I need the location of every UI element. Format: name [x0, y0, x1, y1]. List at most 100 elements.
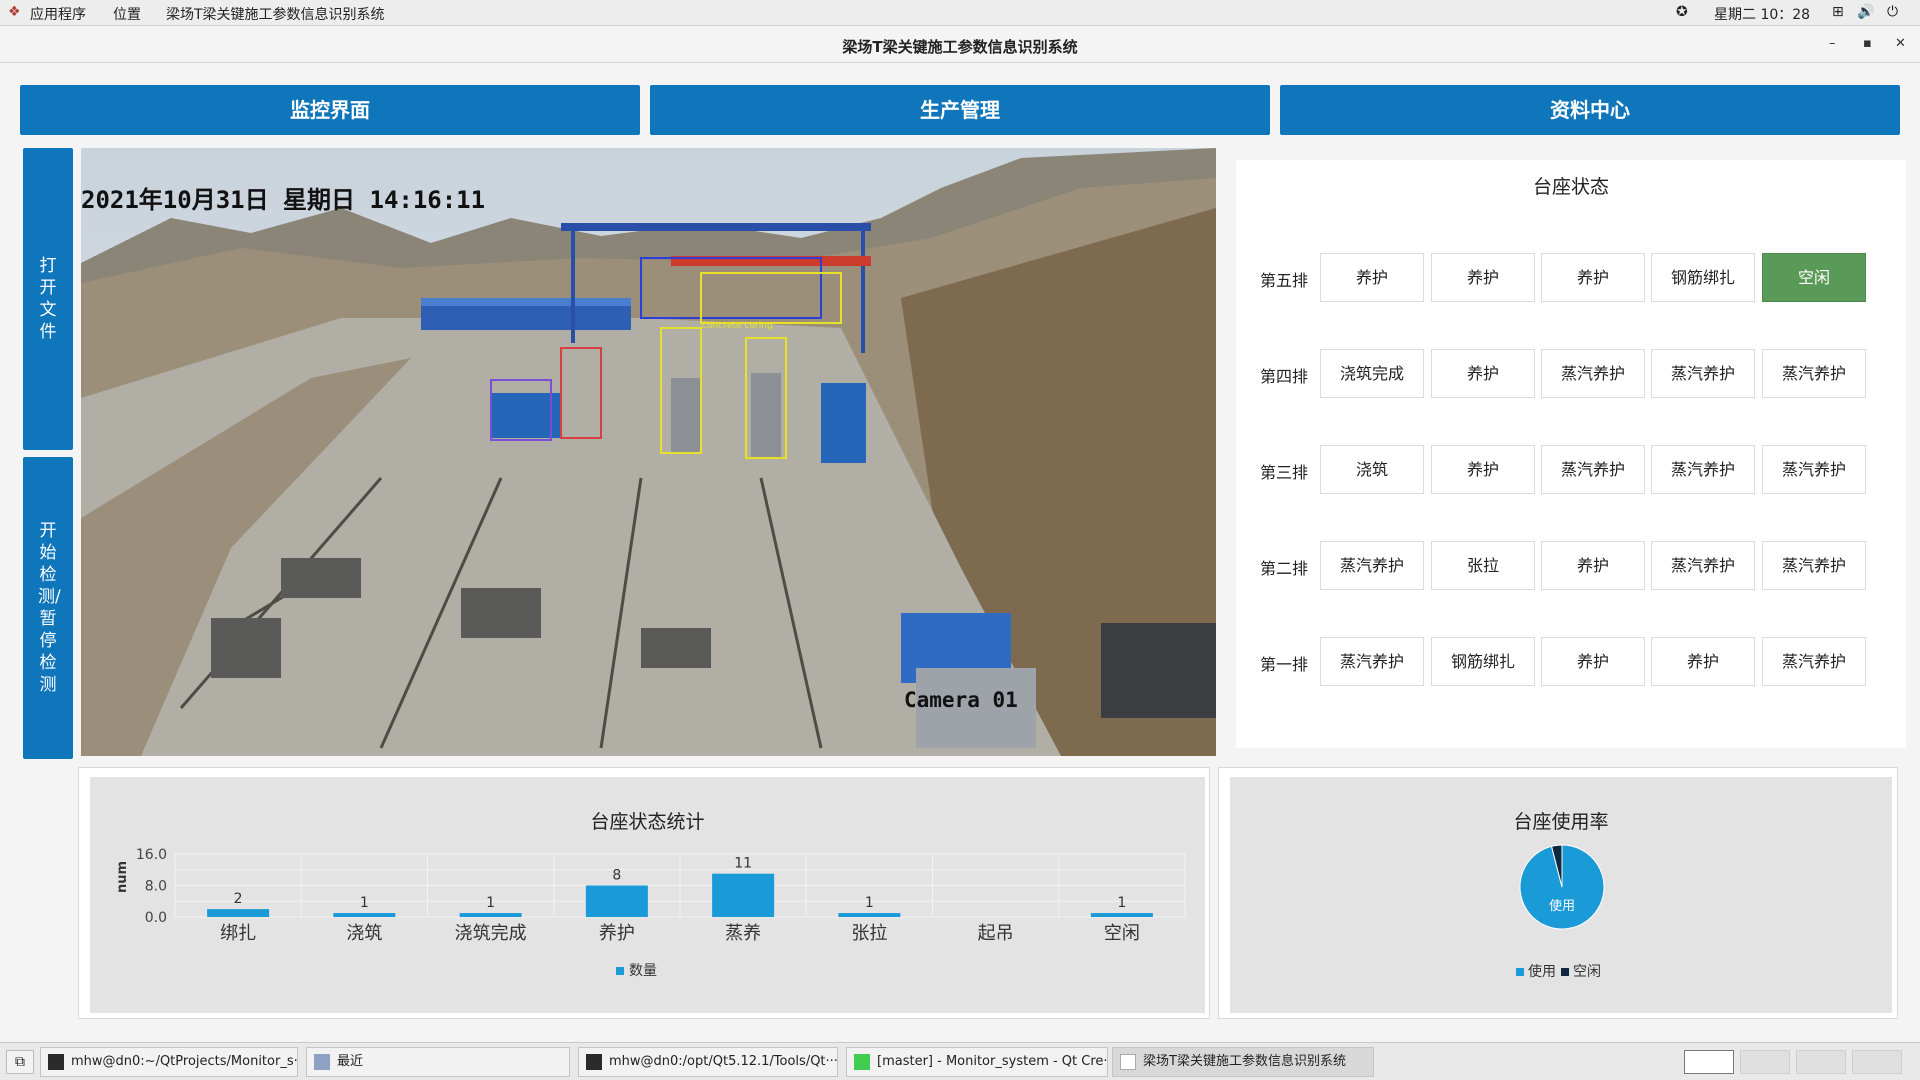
network-icon[interactable]: ⊞: [1832, 4, 1844, 20]
bar-value-label: 2: [234, 891, 243, 907]
x-tick-label: 浇筑: [346, 923, 382, 944]
pedestal-cell[interactable]: 养护: [1651, 637, 1755, 686]
minimize-button[interactable]: –: [1829, 36, 1836, 51]
x-tick-label: 绑扎: [220, 923, 256, 944]
usage-pie-chart: 使用使用 空闲: [1516, 844, 1605, 980]
clock[interactable]: 星期二 10：28: [1714, 4, 1810, 24]
taskbar: ⧉ mhw@dn0:~/QtProjects/Monitor_s··· 最近 m…: [0, 1042, 1920, 1080]
detect-toggle-label: 开始检测/暂停检测: [38, 521, 61, 695]
x-tick-label: 起吊: [978, 923, 1014, 944]
legend-swatch: [616, 967, 624, 975]
usage-rate-panel: 台座使用率 使用 使用 空闲: [1230, 777, 1892, 1013]
show-desktop-icon[interactable]: ⧉: [6, 1050, 34, 1074]
pedestal-status-panel: 台座状态 第五排 养护 养护 养护 钢筋绑扎 空闲 第四排 浇筑完成 养护 蒸汽养护 蒸汽养护 蒸汽养…: [1236, 160, 1906, 748]
pedestal-cell[interactable]: 蒸汽养护: [1651, 541, 1755, 590]
bar-value-label: 1: [486, 895, 495, 911]
row-label: 第一排: [1260, 655, 1309, 674]
pedestal-cell[interactable]: 蒸汽养护: [1320, 637, 1424, 686]
pedestal-cell[interactable]: 蒸汽养护: [1651, 445, 1755, 494]
legend-label: 数量: [629, 963, 657, 979]
pedestal-cell[interactable]: 蒸汽养护: [1320, 541, 1424, 590]
taskbar-terminal-1[interactable]: mhw@dn0:~/QtProjects/Monitor_s···: [40, 1047, 298, 1077]
pedestal-cell[interactable]: 养护: [1320, 253, 1424, 302]
close-button[interactable]: ✕: [1895, 36, 1906, 51]
task-label: [master] - Monitor_system - Qt Cre···: [877, 1054, 1108, 1069]
window-icon: [1120, 1054, 1136, 1070]
x-tick-label: 蒸养: [725, 923, 761, 944]
pedestal-cell[interactable]: 空闲: [1762, 253, 1866, 302]
volume-icon[interactable]: 🔊: [1857, 4, 1874, 20]
documents-tab-button[interactable]: 资料中心: [1280, 85, 1900, 135]
task-label: mhw@dn0:/opt/Qt5.12.1/Tools/Qt···: [609, 1054, 838, 1069]
places-menu[interactable]: 位置: [113, 4, 141, 24]
open-file-label: 打开文件: [39, 256, 57, 342]
status-bar-chart: 0.0 8.0 16.0 num 2 绑扎 1 浇筑 1 浇筑完成 8 养护 11 蒸养 1 张拉 起吊 1 空闲数…: [115, 847, 1186, 979]
pedestal-cell[interactable]: 张拉: [1431, 541, 1535, 590]
open-file-button[interactable]: 打开文件: [23, 148, 73, 450]
row-label: 第五排: [1260, 271, 1309, 290]
monitor-tab-button[interactable]: 监控界面: [20, 85, 640, 135]
window-title: 梁场T梁关键施工参数信息识别系统: [842, 38, 1078, 56]
active-window-name[interactable]: 梁场T梁关键施工参数信息识别系统: [166, 4, 385, 24]
legend-swatch: [1516, 968, 1524, 976]
x-tick-label: 养护: [599, 923, 635, 944]
maximize-button[interactable]: ▪: [1863, 36, 1872, 51]
taskbar-app-window[interactable]: 梁场T梁关键施工参数信息识别系统: [1112, 1047, 1374, 1077]
legend-label: 空闲: [1573, 964, 1601, 980]
pedestal-cell[interactable]: 养护: [1431, 253, 1535, 302]
pedestal-cell[interactable]: 蒸汽养护: [1762, 349, 1866, 398]
pedestal-cell[interactable]: 蒸汽养护: [1651, 349, 1755, 398]
bar: [459, 913, 522, 917]
pedestal-cell[interactable]: 钢筋绑扎: [1431, 637, 1535, 686]
pedestal-status-title: 台座状态: [1532, 176, 1609, 198]
bar: [333, 913, 396, 917]
pedestal-cell[interactable]: 养护: [1541, 541, 1645, 590]
workspace-2[interactable]: [1740, 1050, 1790, 1074]
apps-icon[interactable]: ❖: [8, 4, 21, 20]
pedestal-cell[interactable]: 浇筑完成: [1320, 349, 1424, 398]
y-tick-label: 16.0: [136, 847, 167, 863]
production-tab-button[interactable]: 生产管理: [650, 85, 1270, 135]
camera-feed: 2021年10月31日 星期日 14:16:11 Camera 01 Concr…: [81, 148, 1216, 756]
legend-swatch: [1561, 968, 1569, 976]
pedestal-cell[interactable]: 养护: [1541, 253, 1645, 302]
row-label: 第四排: [1260, 367, 1309, 386]
bar: [585, 885, 648, 917]
detect-toggle-button[interactable]: 开始检测/暂停检测: [23, 457, 73, 759]
bar: [1090, 913, 1153, 917]
pedestal-cell[interactable]: 蒸汽养护: [1762, 637, 1866, 686]
workspace-3[interactable]: [1796, 1050, 1846, 1074]
pedestal-cell[interactable]: 蒸汽养护: [1762, 541, 1866, 590]
bar: [838, 913, 901, 917]
pedestal-cell[interactable]: 蒸汽养护: [1541, 349, 1645, 398]
workspace-4[interactable]: [1852, 1050, 1902, 1074]
pedestal-cell[interactable]: 养护: [1541, 637, 1645, 686]
pedestal-cell[interactable]: 浇筑: [1320, 445, 1424, 494]
pie-slice-label: 使用: [1549, 898, 1575, 914]
top-panel: ❖ 应用程序 位置 梁场T梁关键施工参数信息识别系统 ✪ 星期二 10：28 ⊞…: [0, 0, 1920, 26]
taskbar-qtcreator[interactable]: [master] - Monitor_system - Qt Cre···: [846, 1047, 1108, 1077]
power-icon[interactable]: ⏻: [1887, 4, 1898, 20]
file-manager-icon: [314, 1054, 330, 1070]
applications-menu[interactable]: 应用程序: [30, 4, 86, 24]
workspace-1[interactable]: [1684, 1050, 1734, 1074]
y-tick-label: 0.0: [145, 910, 167, 926]
detection-label: Concrete curing: [701, 321, 773, 331]
pedestal-cell[interactable]: 养护: [1431, 349, 1535, 398]
legend-label: 使用: [1528, 963, 1556, 980]
pedestal-cell[interactable]: 蒸汽养护: [1541, 445, 1645, 494]
task-label: mhw@dn0:~/QtProjects/Monitor_s···: [71, 1054, 298, 1069]
status-stats-panel: 台座状态统计 0.0 8.0 16.0 num 2 绑扎 1 浇筑 1 浇筑完成 8 养护 11 蒸养 1 张…: [90, 777, 1205, 1013]
pedestal-cell[interactable]: 养护: [1431, 445, 1535, 494]
bar-value-label: 1: [865, 895, 874, 911]
pedestal-cell[interactable]: 蒸汽养护: [1762, 445, 1866, 494]
taskbar-terminal-2[interactable]: mhw@dn0:/opt/Qt5.12.1/Tools/Qt···: [578, 1047, 838, 1077]
video-timestamp: 2021年10月31日 星期日 14:16:11: [81, 186, 486, 214]
row-label: 第三排: [1260, 463, 1309, 482]
task-label: 最近: [337, 1054, 364, 1069]
pedestal-cell[interactable]: 钢筋绑扎: [1651, 253, 1755, 302]
bar-value-label: 11: [734, 856, 752, 872]
taskbar-files[interactable]: 最近: [306, 1047, 570, 1077]
camera-label: Camera 01: [904, 688, 1018, 712]
accessibility-icon[interactable]: ✪: [1676, 4, 1688, 20]
